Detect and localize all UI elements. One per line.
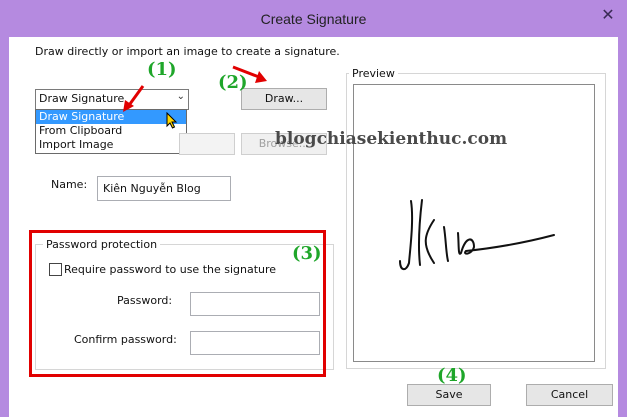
window-title: Create Signature (260, 11, 367, 27)
draw-button[interactable]: Draw... (241, 88, 327, 110)
name-input[interactable]: Kiên Nguyễn Blog (97, 176, 231, 201)
signature-source-value: Draw Signature (39, 92, 125, 105)
annotation-marker-1: (1) (147, 59, 177, 80)
signature-source-select[interactable]: Draw Signature ⌄ (35, 89, 189, 110)
intro-text: Draw directly or import an image to crea… (35, 45, 340, 58)
preview-legend: Preview (349, 67, 398, 80)
dropdown-option-import-image[interactable]: Import Image (36, 138, 186, 152)
cursor-icon (166, 112, 178, 129)
close-icon[interactable]: ✕ (596, 4, 620, 26)
cancel-button[interactable]: Cancel (526, 384, 613, 406)
annotation-marker-4: (4) (437, 365, 467, 386)
dropdown-option-draw-signature[interactable]: Draw Signature (36, 110, 186, 124)
arrow-icon (123, 85, 145, 112)
signature-preview-area (353, 84, 595, 362)
dialog-body: Draw directly or import an image to crea… (9, 37, 618, 417)
password-annotation-box (29, 230, 326, 377)
chevron-down-icon: ⌄ (176, 91, 185, 102)
name-label: Name: (51, 178, 88, 191)
save-button[interactable]: Save (407, 384, 491, 406)
annotation-marker-3: (3) (292, 243, 322, 264)
signature-image (399, 199, 555, 271)
dropdown-option-from-clipboard[interactable]: From Clipboard (36, 124, 186, 138)
arrow-icon (232, 65, 267, 83)
image-path-field[interactable] (179, 133, 235, 155)
watermark-text: blogchiasekienthuc.com (275, 129, 508, 149)
title-bar[interactable]: Create Signature ✕ (0, 0, 627, 38)
